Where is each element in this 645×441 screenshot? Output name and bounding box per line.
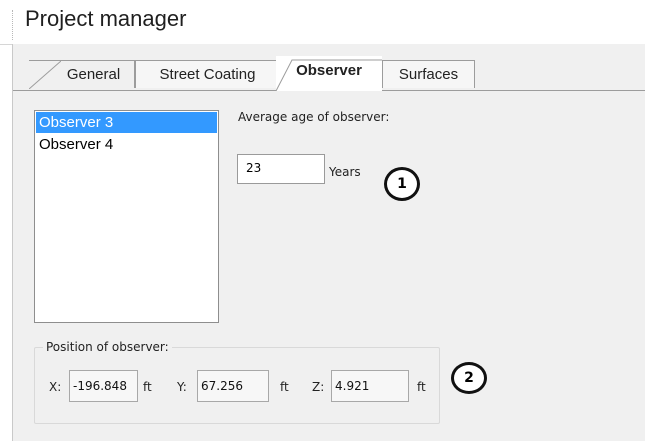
position-groupbox: Position of observer: X: -196.848 ft Y: …	[34, 340, 440, 424]
z-label: Z:	[312, 380, 325, 394]
tab-slant	[29, 61, 61, 89]
z-unit-label: ft	[417, 380, 426, 394]
tab-general[interactable]: General	[29, 60, 135, 89]
title-grip	[12, 10, 14, 40]
z-field[interactable]: 4.921	[331, 370, 409, 402]
tab-street-coating-label: Street Coating	[159, 66, 256, 83]
observer-list[interactable]: Observer 3 Observer 4	[34, 110, 219, 323]
position-group-title: Position of observer:	[43, 340, 172, 354]
tab-strip: General Street Coating Observer Surfaces	[13, 44, 645, 92]
tab-general-label: General	[66, 66, 121, 83]
y-unit-label: ft	[280, 380, 289, 394]
callout-marker-2: 2	[451, 362, 487, 394]
y-field[interactable]: 67.256	[197, 370, 269, 402]
average-age-label: Average age of observer:	[238, 110, 390, 124]
x-unit-label: ft	[143, 380, 152, 394]
age-input[interactable]: 23	[237, 154, 325, 184]
title-bar: Project manager	[0, 0, 645, 45]
tab-street-coating[interactable]: Street Coating	[135, 60, 280, 88]
y-label: Y:	[177, 380, 187, 394]
project-manager-panel: General Street Coating Observer Surfaces…	[12, 44, 645, 441]
x-label: X:	[49, 380, 62, 394]
tab-observer-label: Observer	[296, 62, 362, 79]
tab-observer[interactable]: Observer	[276, 56, 382, 91]
callout-marker-1: 1	[384, 167, 420, 201]
tab-surfaces-label: Surfaces	[398, 66, 459, 83]
list-item[interactable]: Observer 4	[36, 134, 217, 155]
years-unit-label: Years	[329, 165, 361, 179]
tab-surfaces[interactable]: Surfaces	[382, 60, 475, 88]
observer-tab-content: Observer 3 Observer 4 Average age of obs…	[13, 91, 645, 441]
x-field[interactable]: -196.848	[69, 370, 138, 402]
window-title: Project manager	[25, 6, 187, 31]
list-item[interactable]: Observer 3	[36, 112, 217, 133]
